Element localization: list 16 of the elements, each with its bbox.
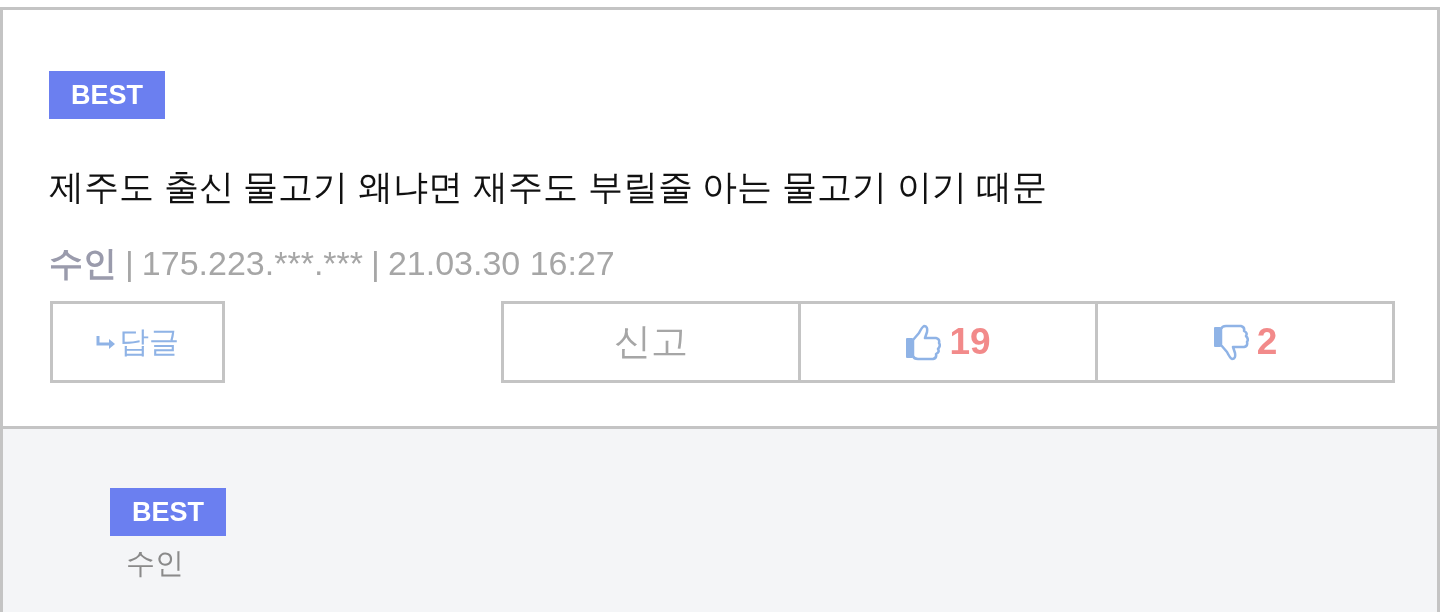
report-button[interactable]: 신고 <box>501 301 801 383</box>
reply-button[interactable]: 답글 <box>50 301 225 383</box>
separator: | <box>371 243 380 284</box>
post-date: 21.03.30 16:27 <box>387 243 615 284</box>
dislike-button[interactable]: 2 <box>1095 301 1395 383</box>
like-button[interactable]: 19 <box>798 301 1098 383</box>
reply-arrow-icon <box>96 334 116 350</box>
comment-text: 제주도 출신 물고기 왜냐면 재주도 부릴줄 아는 물고기 이기 때문 <box>49 166 1048 208</box>
best-badge: BEST <box>49 71 165 119</box>
best-badge: BEST <box>110 488 226 536</box>
author-name: 수인 <box>49 243 117 284</box>
separator: | <box>125 243 134 284</box>
ip-address: 175.223.***.*** <box>141 243 364 284</box>
thumbs-down-icon <box>1212 323 1249 361</box>
author-name: 수인 <box>125 546 185 581</box>
thumbs-up-icon <box>905 323 942 361</box>
